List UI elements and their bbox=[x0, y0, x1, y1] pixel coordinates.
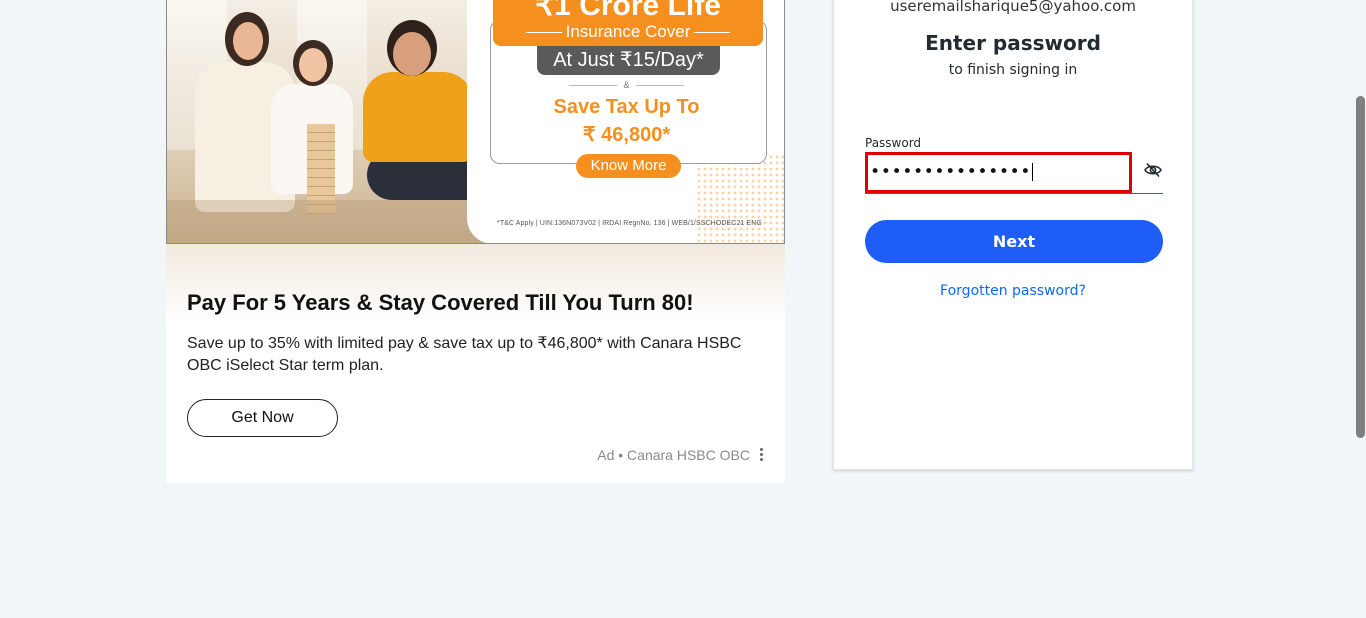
promo-panel: ₹1 Crore Life Insurance Cover At Just ₹1… bbox=[467, 0, 784, 243]
eye-off-icon-svg bbox=[1144, 162, 1162, 178]
save-tax-line: Save Tax Up To bbox=[553, 96, 700, 118]
price-pill: At Just ₹15/Day* bbox=[537, 46, 720, 75]
eye-off-icon[interactable] bbox=[1144, 162, 1164, 180]
password-value: ••••••••••••••• bbox=[870, 162, 1032, 182]
ampersand: & bbox=[623, 80, 630, 90]
cover-subtitle-text: Insurance Cover bbox=[565, 22, 691, 41]
dot-pattern bbox=[696, 154, 784, 243]
mother-face bbox=[233, 22, 263, 60]
father-face bbox=[393, 32, 431, 76]
ad-headline[interactable]: Pay For 5 Years & Stay Covered Till You … bbox=[187, 290, 694, 316]
forgot-password-link[interactable]: Forgotten password? bbox=[834, 283, 1192, 299]
ad-sponsor-label: Ad • Canara HSBC OBC bbox=[597, 447, 750, 463]
ad-banner-image[interactable]: ₹1 Crore Life Insurance Cover At Just ₹1… bbox=[166, 0, 785, 244]
scrollbar-thumb[interactable] bbox=[1356, 96, 1365, 438]
ampersand-divider: & bbox=[467, 80, 784, 90]
password-label: Password bbox=[865, 136, 922, 150]
kebab-icon[interactable] bbox=[757, 447, 765, 463]
next-button[interactable]: Next bbox=[865, 220, 1163, 263]
save-tax-amount: ₹ 46,800* bbox=[582, 124, 671, 146]
page-scrollbar[interactable] bbox=[1355, 0, 1366, 618]
floor bbox=[167, 200, 497, 243]
cover-banner: ₹1 Crore Life Insurance Cover bbox=[493, 0, 763, 46]
cover-title: ₹1 Crore Life bbox=[535, 0, 721, 22]
text-caret bbox=[1032, 163, 1034, 181]
family-photo bbox=[167, 0, 507, 243]
user-email: useremailsharique5@yahoo.com bbox=[890, 0, 1136, 15]
disclaimer: *T&C Apply | UIN:136N073V02 | IRDAI Regn… bbox=[497, 220, 762, 227]
cover-subtitle: Insurance Cover bbox=[493, 22, 763, 42]
ad-description: Save up to 35% with limited pay & save t… bbox=[187, 335, 742, 374]
page-subtitle: to finish signing in bbox=[948, 62, 1078, 78]
ad-card[interactable]: ₹1 Crore Life Insurance Cover At Just ₹1… bbox=[166, 0, 785, 483]
get-now-button[interactable]: Get Now bbox=[187, 399, 338, 437]
girl-face bbox=[299, 48, 327, 82]
password-field[interactable]: ••••••••••••••• bbox=[865, 152, 1132, 193]
know-more-button[interactable]: Know More bbox=[576, 154, 681, 178]
father-figure bbox=[363, 72, 473, 162]
password-underline bbox=[865, 193, 1163, 194]
page-title: Enter password bbox=[925, 31, 1101, 55]
login-card: useremailsharique5@yahoo.com Enter passw… bbox=[833, 0, 1193, 470]
